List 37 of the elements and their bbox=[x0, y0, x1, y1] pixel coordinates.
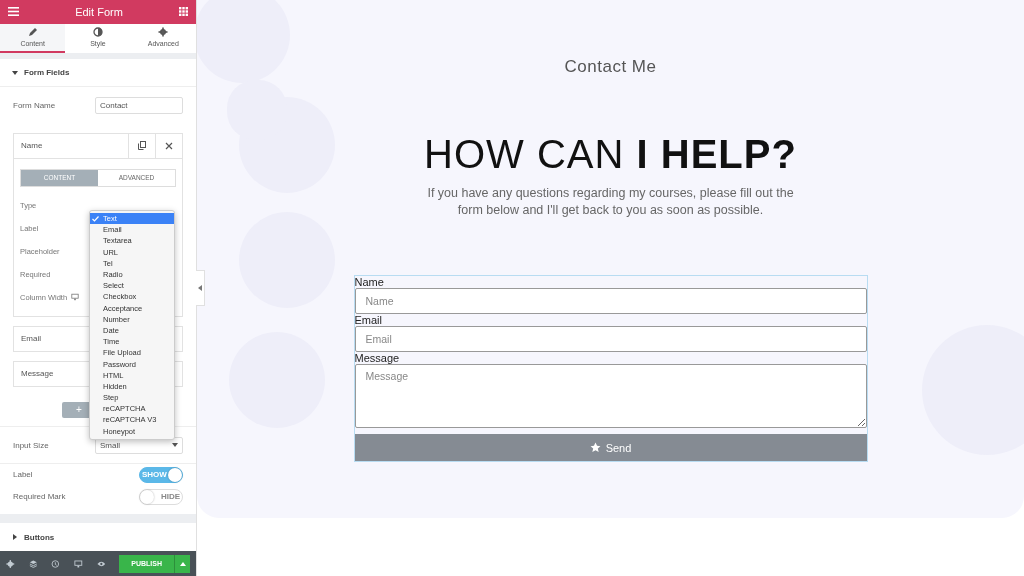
check-icon bbox=[92, 215, 99, 222]
section-title[interactable]: Buttons bbox=[24, 532, 55, 542]
desktop-icon bbox=[73, 558, 83, 569]
close-icon bbox=[165, 141, 173, 150]
form-name-field[interactable]: Contact bbox=[95, 96, 183, 114]
intro-paragraph: If you have any questions regarding my courses, please fill out the form below and I'll get back to you as soon as possible. bbox=[426, 185, 795, 219]
copy-icon bbox=[138, 141, 146, 151]
field-label: Input Size bbox=[13, 440, 49, 450]
form-label: Name bbox=[354, 277, 385, 288]
caret-icon bbox=[172, 442, 178, 448]
toggle-switch[interactable]: HIDE bbox=[139, 488, 183, 505]
field-label: Label bbox=[13, 470, 33, 480]
section-title[interactable]: Form Fields bbox=[24, 68, 70, 78]
input-field[interactable]: Email bbox=[354, 326, 867, 352]
layers-icon bbox=[28, 558, 38, 569]
collapse-handle[interactable] bbox=[196, 270, 205, 306]
history-icon bbox=[51, 558, 60, 569]
star-icon bbox=[589, 442, 601, 453]
section-subtitle: Contact Me bbox=[564, 57, 657, 77]
caret-icon bbox=[179, 560, 186, 567]
caret-icon[interactable] bbox=[12, 69, 18, 76]
grid-icon[interactable] bbox=[179, 7, 188, 17]
message-field[interactable]: Message bbox=[354, 364, 867, 428]
form-label: Message bbox=[354, 353, 401, 364]
panel-title: Edit Form bbox=[75, 5, 123, 18]
menu-icon[interactable] bbox=[8, 7, 19, 17]
form-label: Email bbox=[354, 315, 383, 326]
field-label: Required Mark bbox=[13, 492, 66, 502]
page-heading: HOW CAN I HELP? bbox=[424, 132, 797, 177]
desktop-icon bbox=[71, 293, 80, 302]
input-field[interactable]: Name bbox=[354, 288, 867, 314]
caret-icon[interactable] bbox=[12, 534, 18, 541]
repeater-item-title[interactable]: Name bbox=[14, 141, 128, 151]
half-circle-icon bbox=[93, 27, 103, 38]
pencil-icon bbox=[27, 27, 38, 38]
field-label: Form Name bbox=[13, 100, 56, 110]
collapse-arrow-icon bbox=[197, 285, 203, 291]
